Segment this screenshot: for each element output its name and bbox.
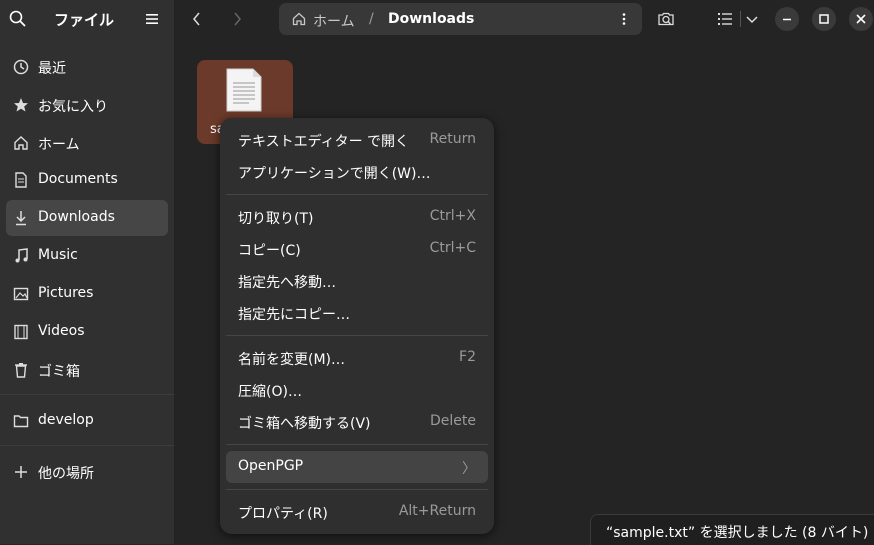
list-view-icon[interactable] bbox=[715, 9, 735, 29]
video-icon bbox=[12, 323, 30, 341]
sidebar-divider bbox=[0, 394, 174, 395]
sidebar-item-other-locations[interactable]: 他の場所 bbox=[6, 454, 168, 490]
sidebar-item-documents[interactable]: Documents bbox=[6, 162, 168, 198]
menu-item-label: 指定先へ移動… bbox=[238, 275, 336, 291]
sidebar-header: ファイル bbox=[0, 0, 174, 38]
menu-item-open-with[interactable]: アプリケーションで開く(W)… bbox=[226, 156, 488, 188]
menu-item-accel: Delete bbox=[430, 413, 476, 429]
sidebar-item-label: 最近 bbox=[38, 61, 66, 77]
breadcrumb-current[interactable]: Downloads bbox=[388, 11, 474, 27]
menu-separator bbox=[226, 489, 488, 490]
minimize-button[interactable] bbox=[775, 7, 799, 31]
menu-separator bbox=[226, 194, 488, 195]
sidebar-item-label: 他の場所 bbox=[38, 466, 94, 482]
home-icon bbox=[291, 11, 307, 27]
menu-item-accel: F2 bbox=[459, 349, 476, 365]
menu-item-open-text-editor[interactable]: テキストエディター で開く Return bbox=[226, 124, 488, 156]
search-location-icon[interactable] bbox=[656, 9, 676, 29]
selection-status-toast: “sample.txt” を選択しました (8 バイト) bbox=[590, 514, 874, 545]
forward-icon[interactable] bbox=[229, 9, 245, 29]
menu-item-rename[interactable]: 名前を変更(M)… F2 bbox=[226, 342, 488, 374]
sidebar-item-label: ゴミ箱 bbox=[38, 364, 80, 380]
hamburger-menu-icon[interactable] bbox=[142, 9, 162, 29]
sidebar-title: ファイル bbox=[54, 11, 115, 29]
menu-item-label: 指定先にコピー… bbox=[238, 307, 350, 323]
close-button[interactable] bbox=[849, 7, 873, 31]
menu-item-copy-to[interactable]: 指定先にコピー… bbox=[226, 297, 488, 329]
menu-item-accel: Return bbox=[429, 131, 476, 147]
sidebar-item-music[interactable]: Music bbox=[6, 238, 168, 274]
document-icon bbox=[12, 171, 30, 189]
minimize-icon bbox=[783, 18, 791, 21]
chevron-right-icon: 〉 bbox=[462, 461, 476, 477]
sidebar-item-label: Downloads bbox=[38, 209, 115, 225]
menu-item-properties[interactable]: プロパティ(R) Alt+Return bbox=[226, 496, 488, 528]
sidebar-divider bbox=[0, 445, 174, 446]
menu-item-compress[interactable]: 圧縮(O)… bbox=[226, 374, 488, 406]
sidebar-item-label: お気に入り bbox=[38, 99, 108, 115]
context-menu: テキストエディター で開く Return アプリケーションで開く(W)… 切り取… bbox=[220, 118, 494, 534]
plus-icon bbox=[12, 463, 30, 481]
menu-item-accel: Ctrl+X bbox=[429, 208, 476, 224]
sidebar-item-downloads[interactable]: Downloads bbox=[6, 200, 168, 236]
text-file-icon bbox=[225, 67, 263, 113]
sidebar-item-recent[interactable]: 最近 bbox=[6, 49, 168, 85]
sidebar-item-trash[interactable]: ゴミ箱 bbox=[6, 352, 168, 388]
menu-separator bbox=[226, 444, 488, 445]
trash-icon bbox=[12, 361, 30, 379]
menu-item-label: OpenPGP bbox=[238, 458, 304, 474]
sidebar-item-label: Music bbox=[38, 247, 78, 263]
sidebar-item-label: develop bbox=[38, 412, 94, 428]
breadcrumb-separator: / bbox=[369, 11, 374, 27]
path-bar[interactable]: ホーム / Downloads bbox=[279, 3, 642, 35]
menu-item-label: プロパティ(R) bbox=[238, 506, 328, 522]
menu-item-label: ゴミ箱へ移動する(V) bbox=[238, 416, 371, 432]
menu-item-move-to-trash[interactable]: ゴミ箱へ移動する(V) Delete bbox=[226, 406, 488, 438]
sidebar-item-pictures[interactable]: Pictures bbox=[6, 276, 168, 312]
menu-item-cut[interactable]: 切り取り(T) Ctrl+X bbox=[226, 201, 488, 233]
menu-separator bbox=[226, 335, 488, 336]
sidebar: ファイル 最近 お気に入り ホーム Documents Downloads Mu… bbox=[0, 0, 174, 544]
picture-icon bbox=[12, 285, 30, 303]
menu-item-label: 名前を変更(M)… bbox=[238, 352, 346, 368]
sidebar-item-develop[interactable]: develop bbox=[6, 403, 168, 439]
chevron-down-icon[interactable] bbox=[744, 9, 760, 29]
sidebar-item-label: Documents bbox=[38, 171, 118, 187]
sidebar-item-videos[interactable]: Videos bbox=[6, 314, 168, 350]
home-icon bbox=[12, 134, 30, 152]
menu-item-move-to[interactable]: 指定先へ移動… bbox=[226, 265, 488, 297]
sidebar-item-label: Pictures bbox=[38, 285, 94, 301]
menu-item-label: アプリケーションで開く(W)… bbox=[238, 166, 431, 182]
sidebar-item-home[interactable]: ホーム bbox=[6, 125, 168, 161]
maximize-button[interactable] bbox=[812, 7, 836, 31]
folder-icon bbox=[12, 412, 30, 430]
menu-item-copy[interactable]: コピー(C) Ctrl+C bbox=[226, 233, 488, 265]
back-icon[interactable] bbox=[189, 9, 205, 29]
star-icon bbox=[12, 96, 30, 114]
menu-item-accel: Ctrl+C bbox=[429, 240, 476, 256]
breadcrumb-home[interactable]: ホーム bbox=[313, 11, 355, 31]
menu-item-openpgp[interactable]: OpenPGP 〉 bbox=[226, 451, 488, 483]
view-divider bbox=[740, 11, 741, 27]
menu-item-label: コピー(C) bbox=[238, 243, 301, 259]
search-icon[interactable] bbox=[8, 9, 28, 29]
sidebar-item-label: Videos bbox=[38, 323, 85, 339]
music-icon bbox=[12, 247, 30, 265]
clock-icon bbox=[12, 58, 30, 76]
sidebar-item-favorites[interactable]: お気に入り bbox=[6, 87, 168, 123]
status-text: “sample.txt” を選択しました (8 バイト) bbox=[606, 525, 869, 541]
maximize-icon bbox=[819, 14, 829, 24]
menu-item-label: テキストエディター で開く bbox=[238, 134, 410, 150]
sidebar-item-label: ホーム bbox=[38, 137, 80, 153]
menu-item-label: 圧縮(O)… bbox=[238, 384, 302, 400]
download-icon bbox=[12, 209, 30, 227]
close-icon bbox=[856, 14, 866, 24]
menu-item-accel: Alt+Return bbox=[398, 503, 476, 519]
menu-item-label: 切り取り(T) bbox=[238, 211, 314, 227]
more-vertical-icon[interactable] bbox=[616, 11, 632, 27]
